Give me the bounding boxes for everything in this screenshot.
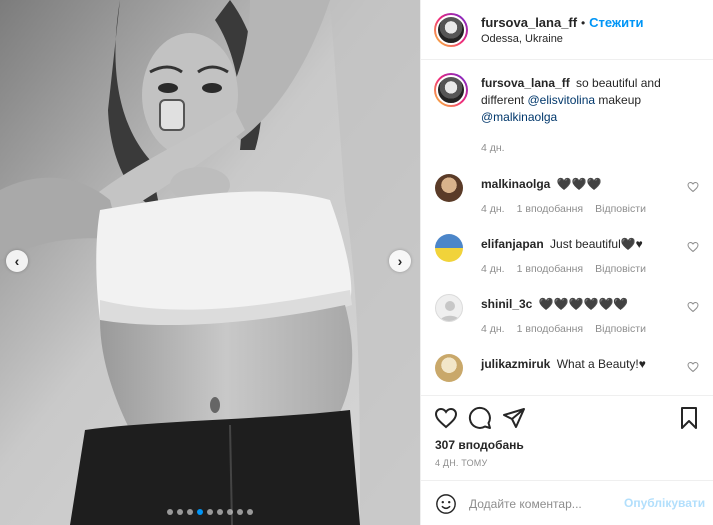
post-header: fursova_lana_ff • Стежити Odessa, Ukrain…	[421, 0, 713, 60]
comment-row: julikazmiruk What a Beauty!♥	[421, 352, 713, 394]
comment-time[interactable]: 4 дн.	[481, 203, 505, 215]
comment-text: julikazmiruk What a Beauty!♥	[481, 356, 681, 373]
post-photo: ‹ ›	[0, 0, 420, 525]
caption-text: fursova_lana_ff so beautiful and differe…	[481, 75, 701, 126]
send-icon[interactable]	[502, 406, 526, 430]
post-time[interactable]: 4 ДН. ТОМУ	[435, 458, 487, 468]
caption-meta: 4 дн.	[481, 142, 505, 154]
comment-text: shinil_3c 🖤🖤🖤🖤🖤🖤	[481, 296, 681, 313]
comment-username[interactable]: shinil_3c	[481, 297, 532, 311]
post-actions: 307 вподобань 4 ДН. ТОМУ Опублікувати	[421, 395, 713, 525]
likes-count[interactable]: 307 вподобань	[435, 438, 524, 452]
comment-body: Just beautiful🖤♥	[550, 237, 643, 251]
caption-time[interactable]: 4 дн.	[481, 142, 505, 154]
chevron-left-icon: ‹	[14, 253, 20, 269]
header-title-row: fursova_lana_ff • Стежити	[481, 14, 643, 30]
comment-row: shinil_3c 🖤🖤🖤🖤🖤🖤 4 дн. 1 вподобання Відп…	[421, 292, 713, 352]
carousel-prev-button[interactable]: ‹	[6, 250, 28, 272]
reply-button[interactable]: Відповісти	[595, 203, 646, 215]
comment-likes[interactable]: 1 вподобання	[517, 323, 584, 335]
comment-like-heart-icon[interactable]	[687, 181, 699, 193]
comment-likes[interactable]: 1 вподобання	[517, 203, 584, 215]
carousel-dot	[217, 509, 223, 515]
comment-time[interactable]: 4 дн.	[481, 323, 505, 335]
post-sidebar: fursova_lana_ff • Стежити Odessa, Ukrain…	[420, 0, 713, 525]
carousel-dot	[227, 509, 233, 515]
carousel-dot	[197, 509, 203, 515]
comment-time[interactable]: 4 дн.	[481, 263, 505, 275]
author-avatar[interactable]	[434, 13, 468, 47]
carousel-dot	[177, 509, 183, 515]
comment-text: elifanjapan Just beautiful🖤♥	[481, 236, 681, 253]
comment-like-heart-icon[interactable]	[687, 361, 699, 373]
comments-list: fursova_lana_ff so beautiful and differe…	[421, 61, 713, 394]
header-separator: •	[580, 16, 586, 30]
comment-input[interactable]	[469, 493, 619, 515]
comment-icon[interactable]	[468, 406, 492, 430]
carousel-dot	[237, 509, 243, 515]
comment-avatar[interactable]	[435, 174, 463, 202]
carousel-dot	[187, 509, 193, 515]
carousel-indicator	[0, 509, 420, 515]
caption-mention-2[interactable]: @malkinaolga	[481, 110, 557, 124]
caption-avatar[interactable]	[434, 73, 468, 107]
comment-like-heart-icon[interactable]	[687, 301, 699, 313]
emoji-icon[interactable]	[435, 493, 457, 515]
comment-username[interactable]: julikazmiruk	[481, 357, 550, 371]
comment-body: 🖤🖤🖤	[556, 177, 602, 191]
comment-avatar[interactable]	[435, 354, 463, 382]
bookmark-icon[interactable]	[677, 406, 701, 430]
comment-avatar[interactable]	[435, 234, 463, 262]
post-location[interactable]: Odessa, Ukraine	[481, 33, 563, 45]
comment-username[interactable]: elifanjapan	[481, 237, 544, 251]
caption-body-2: makeup	[598, 93, 642, 107]
comment-row: elifanjapan Just beautiful🖤♥ 4 дн. 1 впо…	[421, 232, 713, 292]
chevron-right-icon: ›	[397, 253, 403, 269]
comment-text: malkinaolga 🖤🖤🖤	[481, 176, 681, 193]
comment-meta: 4 дн. 1 вподобання Відповісти	[481, 203, 646, 215]
comment-username[interactable]: malkinaolga	[481, 177, 550, 191]
caption-username[interactable]: fursova_lana_ff	[481, 76, 570, 90]
heart-icon[interactable]	[434, 406, 458, 430]
caption-row: fursova_lana_ff so beautiful and differe…	[421, 71, 713, 161]
comment-likes[interactable]: 1 вподобання	[517, 263, 584, 275]
carousel-dot	[247, 509, 253, 515]
default-avatar-icon	[440, 301, 460, 321]
comment-body: 🖤🖤🖤🖤🖤🖤	[538, 297, 629, 311]
reply-button[interactable]: Відповісти	[595, 263, 646, 275]
publish-button[interactable]: Опублікувати	[624, 496, 705, 510]
caption-mention-1[interactable]: @elisvitolina	[528, 93, 596, 107]
photo-image	[0, 0, 420, 525]
add-comment-form: Опублікувати	[421, 480, 713, 525]
author-username[interactable]: fursova_lana_ff	[481, 15, 577, 30]
comment-meta: 4 дн. 1 вподобання Відповісти	[481, 263, 646, 275]
carousel-dot	[207, 509, 213, 515]
comment-row: malkinaolga 🖤🖤🖤 4 дн. 1 вподобання Відпо…	[421, 172, 713, 232]
comment-body: What a Beauty!♥	[556, 357, 646, 371]
reply-button[interactable]: Відповісти	[595, 323, 646, 335]
comment-avatar[interactable]	[435, 294, 463, 322]
comment-like-heart-icon[interactable]	[687, 241, 699, 253]
follow-button[interactable]: Стежити	[589, 15, 643, 30]
carousel-next-button[interactable]: ›	[389, 250, 411, 272]
post-modal: ‹ › fursova_lana_ff • Стежити Odessa, Uk…	[0, 0, 713, 525]
comment-meta: 4 дн. 1 вподобання Відповісти	[481, 323, 646, 335]
carousel-dot	[167, 509, 173, 515]
